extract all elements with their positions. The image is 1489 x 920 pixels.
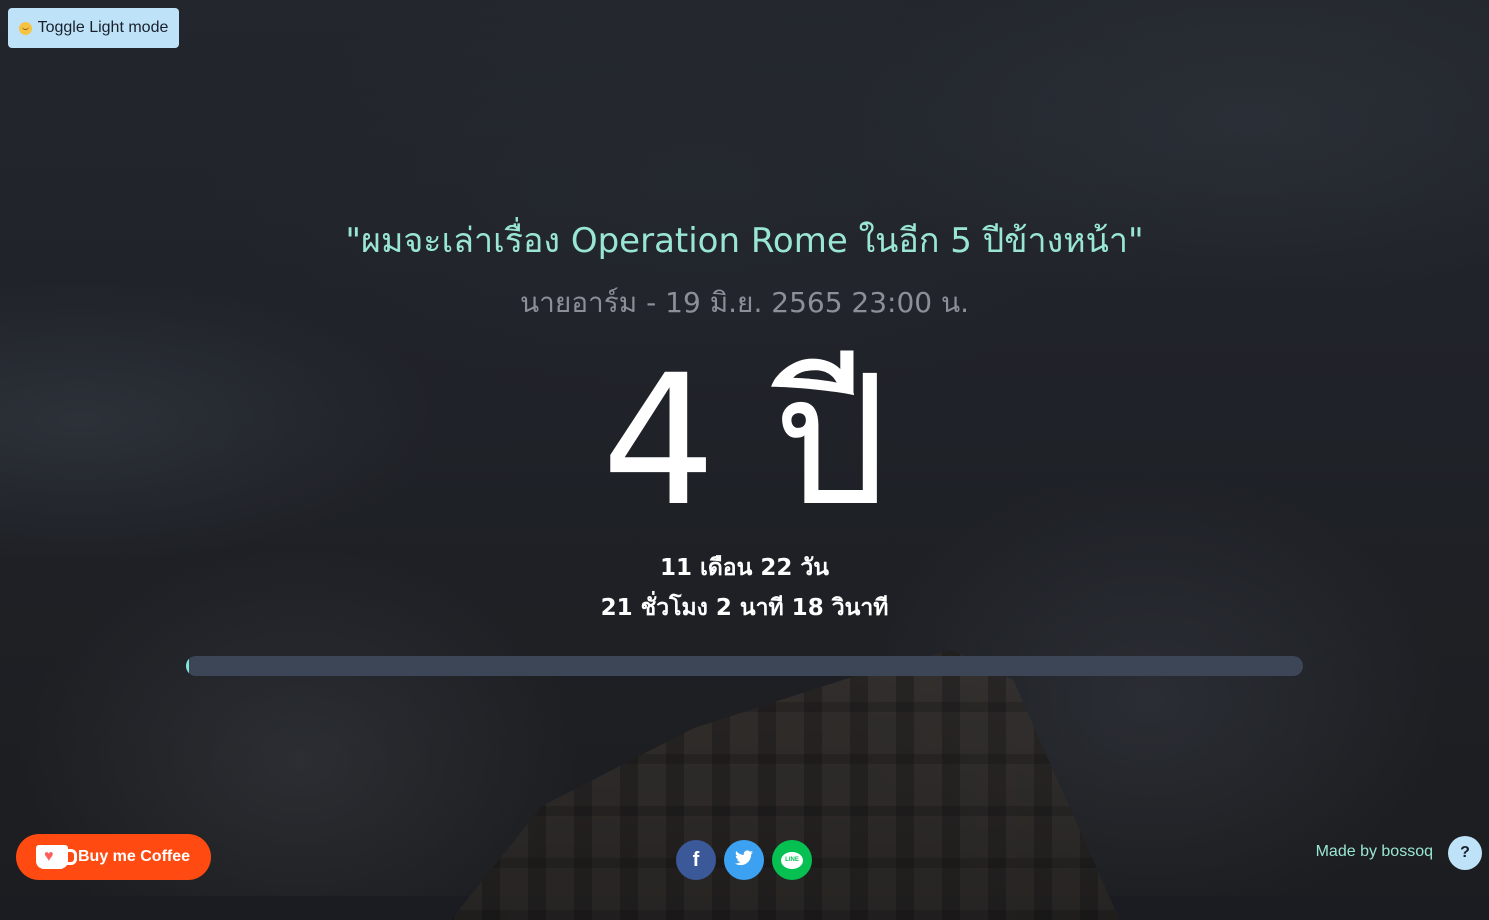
help-button[interactable]: ?: [1448, 836, 1482, 870]
line-share-button[interactable]: LINE: [772, 840, 812, 880]
facebook-icon: f: [692, 848, 700, 871]
line-icon: LINE: [781, 851, 803, 869]
coffee-cup-icon: ♥: [36, 845, 77, 869]
countdown-hms: 21 ชั่วโมง 2 นาที 18 วินาที: [600, 595, 889, 621]
coffee-label: Buy me Coffee: [78, 848, 191, 865]
made-by-link[interactable]: Made by bossoq: [1316, 840, 1433, 864]
toggle-label: Toggle Light mode: [37, 19, 169, 36]
facebook-share-button[interactable]: f: [676, 840, 716, 880]
smiley-sun-icon: [18, 21, 32, 35]
toggle-light-mode-button[interactable]: Toggle Light mode: [8, 8, 179, 48]
author-line: นายอาร์ม - 19 มิ.ย. 2565 23:00 น.: [519, 286, 970, 319]
progress-bar: [186, 656, 1303, 676]
countdown-years: 4 ปี: [601, 337, 888, 546]
twitter-share-button[interactable]: [724, 840, 764, 880]
buy-me-coffee-button[interactable]: ♥ Buy me Coffee: [16, 834, 211, 880]
twitter-icon: [735, 849, 753, 871]
countdown-months-days: 11 เดือน 22 วัน: [659, 555, 829, 581]
quote-text: "ผมจะเล่าเรื่อง Operation Rome ในอีก 5 ป…: [345, 221, 1144, 261]
